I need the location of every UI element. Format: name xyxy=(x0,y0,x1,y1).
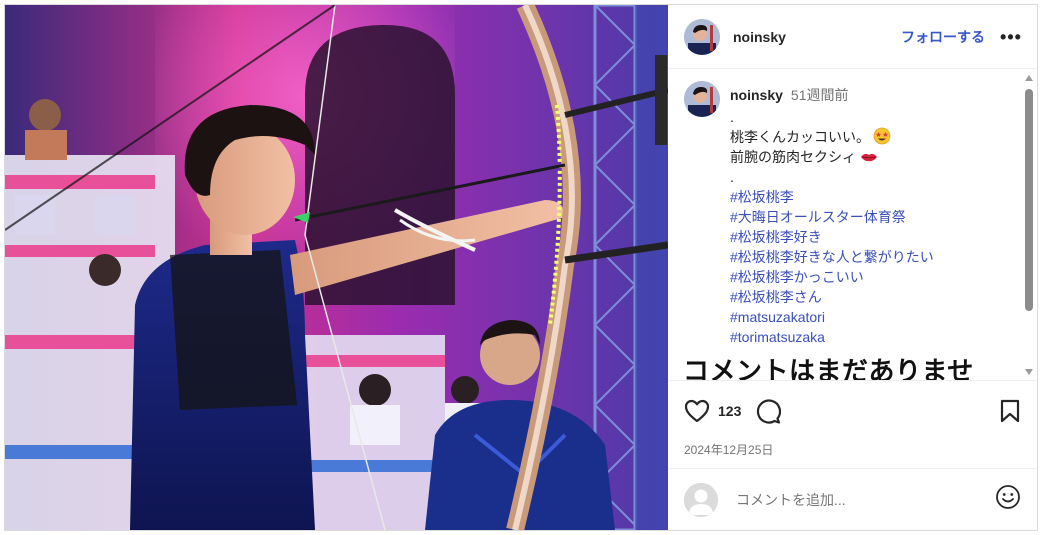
hashtag-link[interactable]: #松坂桃李さん xyxy=(730,287,934,307)
hashtag-link[interactable]: #matsuzakatori xyxy=(730,307,934,327)
post-date[interactable]: 2024年12月25日 xyxy=(668,441,1037,461)
save-button[interactable] xyxy=(999,399,1021,423)
comments-area[interactable]: noinsky 51週間前 . 桃李くんカッコいい。 前腕の筋肉セクシィ . #… xyxy=(668,69,1037,381)
caption-avatar[interactable] xyxy=(684,81,720,117)
more-options-icon[interactable]: ••• xyxy=(999,28,1023,46)
caption: noinsky 51週間前 . 桃李くんカッコいい。 前腕の筋肉セクシィ . #… xyxy=(684,81,1017,347)
scroll-up-arrow-icon[interactable] xyxy=(1025,75,1033,81)
post-photo[interactable] xyxy=(5,5,668,530)
hashtag-link[interactable]: #松坂桃李好きな人と繋がりたい xyxy=(730,247,934,267)
caption-username[interactable]: noinsky xyxy=(730,85,783,105)
heart-icon xyxy=(684,399,710,423)
post-header: noinsky フォローする ••• xyxy=(668,5,1037,69)
bookmark-icon xyxy=(1000,399,1020,423)
caption-line: . xyxy=(730,169,734,185)
hashtag-link[interactable]: #松坂桃李かっこいい xyxy=(730,267,934,287)
scroll-down-arrow-icon[interactable] xyxy=(1025,369,1033,375)
hashtag-link[interactable]: #松坂桃李 xyxy=(730,187,934,207)
post-age[interactable]: 51週間前 xyxy=(791,85,849,105)
star-struck-emoji-icon xyxy=(873,127,891,145)
hashtag-link[interactable]: #松坂桃李好き xyxy=(730,227,934,247)
author-username[interactable]: noinsky xyxy=(733,29,786,45)
comment-icon xyxy=(757,399,782,424)
post-sidebar: noinsky フォローする ••• noinsky 51週間前 . 桃李くんカ… xyxy=(668,5,1037,530)
author-avatar[interactable] xyxy=(684,18,720,55)
comment-button[interactable] xyxy=(755,398,782,424)
post-dialog: noinsky フォローする ••• noinsky 51週間前 . 桃李くんカ… xyxy=(4,4,1038,531)
lips-emoji-icon xyxy=(861,153,877,162)
like-button[interactable] xyxy=(684,399,710,423)
comments-scrollbar[interactable] xyxy=(1020,69,1037,380)
emoji-picker-button[interactable] xyxy=(995,484,1021,515)
caption-line: 桃李くんカッコいい。 xyxy=(730,127,934,147)
no-comments-message: コメントはまだありませ xyxy=(683,356,974,381)
caption-body: noinsky 51週間前 . 桃李くんカッコいい。 前腕の筋肉セクシィ . #… xyxy=(730,81,934,347)
smiley-icon xyxy=(996,485,1020,509)
hashtag-link[interactable]: #大晦日オールスター体育祭 xyxy=(730,207,934,227)
archer-photo xyxy=(5,5,668,530)
comment-input[interactable] xyxy=(736,491,995,508)
caption-line: . xyxy=(730,109,734,125)
viewer-avatar xyxy=(684,482,718,517)
caption-line: 前腕の筋肉セクシィ xyxy=(730,147,934,167)
add-comment-bar xyxy=(668,468,1037,530)
hashtag-link[interactable]: #torimatsuzaka xyxy=(730,327,934,347)
likes-count[interactable]: 123 xyxy=(718,403,741,419)
action-bar: 123 xyxy=(668,381,1037,441)
follow-button[interactable]: フォローする xyxy=(901,27,985,47)
scrollbar-thumb[interactable] xyxy=(1025,89,1033,311)
